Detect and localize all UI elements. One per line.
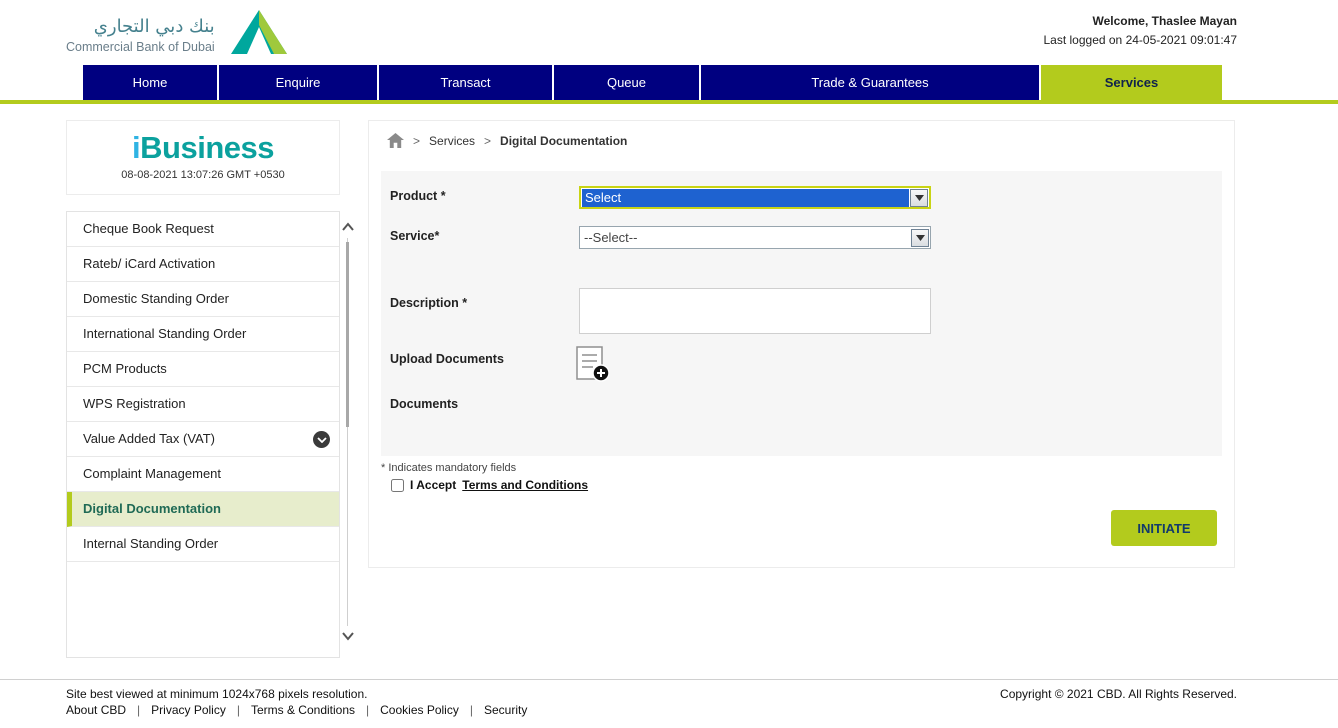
- sidebar-item-rateb-icard-activation[interactable]: Rateb/ iCard Activation: [67, 247, 339, 282]
- header: بنك دبي التجاري Commercial Bank of Dubai…: [0, 0, 1338, 65]
- description-label: Description *: [390, 296, 467, 310]
- dropdown-arrow-icon[interactable]: [911, 229, 929, 247]
- sidebar-menu: Cheque Book Request Rateb/ iCard Activat…: [66, 211, 340, 658]
- user-session-info: Welcome, Thaslee Mayan Last logged on 24…: [1044, 14, 1238, 47]
- dropdown-arrow-icon[interactable]: [910, 189, 928, 207]
- service-select[interactable]: --Select--: [579, 226, 931, 249]
- sidebar-item-domestic-standing-order[interactable]: Domestic Standing Order: [67, 282, 339, 317]
- product-label: Product *: [390, 189, 446, 203]
- sidebar-item-pcm-products[interactable]: PCM Products: [67, 352, 339, 387]
- nav-tab-transact[interactable]: Transact: [379, 65, 552, 100]
- last-logged-on: Last logged on 24-05-2021 09:01:47: [1044, 33, 1238, 47]
- sidebar-item-wps-registration[interactable]: WPS Registration: [67, 387, 339, 422]
- scroll-up-icon[interactable]: [342, 218, 354, 236]
- upload-documents-button[interactable]: [573, 345, 611, 383]
- scroll-down-icon[interactable]: [342, 628, 354, 646]
- upload-documents-label: Upload Documents: [390, 352, 504, 366]
- service-label: Service*: [390, 229, 439, 243]
- footer-link-cookies-policy[interactable]: Cookies Policy: [380, 703, 459, 717]
- breadcrumb-current-page: Digital Documentation: [500, 134, 627, 148]
- service-select-value: --Select--: [581, 229, 910, 247]
- bank-name-english: Commercial Bank of Dubai: [66, 40, 215, 54]
- nav-tab-trade-guarantees[interactable]: Trade & Guarantees: [701, 65, 1039, 100]
- nav-tab-enquire[interactable]: Enquire: [219, 65, 377, 100]
- cbd-triangle-logo-icon: [229, 8, 289, 61]
- sidebar-item-cheque-book-request[interactable]: Cheque Book Request: [67, 212, 339, 247]
- digital-documentation-form: Product * Select Service* --Select-- Des…: [381, 171, 1222, 456]
- product-select[interactable]: Select: [579, 186, 931, 209]
- sidebar-item-internal-standing-order[interactable]: Internal Standing Order: [67, 527, 339, 562]
- terms-and-conditions-link[interactable]: Terms and Conditions: [462, 478, 588, 492]
- breadcrumb-separator: >: [413, 134, 420, 148]
- breadcrumb-separator: >: [484, 134, 491, 148]
- ibusiness-brand-card: iBusiness 08-08-2021 13:07:26 GMT +0530: [66, 120, 340, 195]
- footer-copyright: Copyright © 2021 CBD. All Rights Reserve…: [1000, 687, 1237, 701]
- accept-terms-text: I Accept: [410, 478, 456, 492]
- sidebar-item-digital-documentation[interactable]: Digital Documentation: [67, 492, 339, 527]
- documents-label: Documents: [390, 397, 458, 411]
- footer-resolution-note: Site best viewed at minimum 1024x768 pix…: [66, 687, 368, 701]
- scrollbar-thumb[interactable]: [346, 242, 349, 427]
- footer-links: About CBD | Privacy Policy | Terms & Con…: [66, 703, 527, 717]
- welcome-user: Welcome, Thaslee Mayan: [1044, 14, 1238, 28]
- session-datetime: 08-08-2021 13:07:26 GMT +0530: [67, 169, 339, 181]
- ibusiness-logo-rest: Business: [140, 130, 274, 165]
- footer-link-separator: |: [470, 703, 473, 717]
- home-icon[interactable]: [387, 133, 404, 148]
- bank-name-arabic: بنك دبي التجاري: [66, 16, 215, 38]
- footer-link-security[interactable]: Security: [484, 703, 527, 717]
- add-document-icon: [573, 345, 611, 383]
- bank-logo-text: بنك دبي التجاري Commercial Bank of Dubai: [66, 16, 215, 54]
- chevron-down-circle-icon[interactable]: [313, 431, 330, 448]
- nav-tab-queue[interactable]: Queue: [554, 65, 699, 100]
- sidebar-scrollbar[interactable]: [341, 218, 355, 646]
- footer-link-terms-conditions[interactable]: Terms & Conditions: [251, 703, 355, 717]
- ibusiness-logo-i: i: [132, 130, 140, 165]
- footer-link-separator: |: [237, 703, 240, 717]
- main-nav: Home Enquire Transact Queue Trade & Guar…: [83, 65, 1222, 100]
- accept-terms-checkbox[interactable]: [391, 479, 404, 492]
- accept-terms-row: I Accept Terms and Conditions: [391, 478, 588, 492]
- nav-accent-line: [0, 100, 1338, 104]
- nav-tab-home[interactable]: Home: [83, 65, 217, 100]
- footer-link-separator: |: [137, 703, 140, 717]
- product-select-value: Select: [582, 189, 909, 207]
- services-content-card: > Services > Digital Documentation Produ…: [368, 120, 1235, 568]
- breadcrumb-services[interactable]: Services: [429, 134, 475, 148]
- bank-logo[interactable]: بنك دبي التجاري Commercial Bank of Dubai: [66, 8, 289, 61]
- nav-tab-services[interactable]: Services: [1041, 65, 1222, 100]
- ibusiness-logo: iBusiness: [67, 130, 339, 166]
- sidebar-item-international-standing-order[interactable]: International Standing Order: [67, 317, 339, 352]
- sidebar-item-vat-label: Value Added Tax (VAT): [83, 431, 215, 446]
- breadcrumb: > Services > Digital Documentation: [387, 133, 627, 148]
- sidebar-item-complaint-management[interactable]: Complaint Management: [67, 457, 339, 492]
- description-input[interactable]: [579, 288, 931, 334]
- mandatory-fields-note: * Indicates mandatory fields: [381, 462, 516, 474]
- initiate-button[interactable]: INITIATE: [1111, 510, 1217, 546]
- footer-divider: [0, 679, 1338, 680]
- sidebar-item-vat[interactable]: Value Added Tax (VAT): [67, 422, 339, 457]
- footer-link-privacy-policy[interactable]: Privacy Policy: [151, 703, 226, 717]
- footer-link-separator: |: [366, 703, 369, 717]
- footer-link-about-cbd[interactable]: About CBD: [66, 703, 126, 717]
